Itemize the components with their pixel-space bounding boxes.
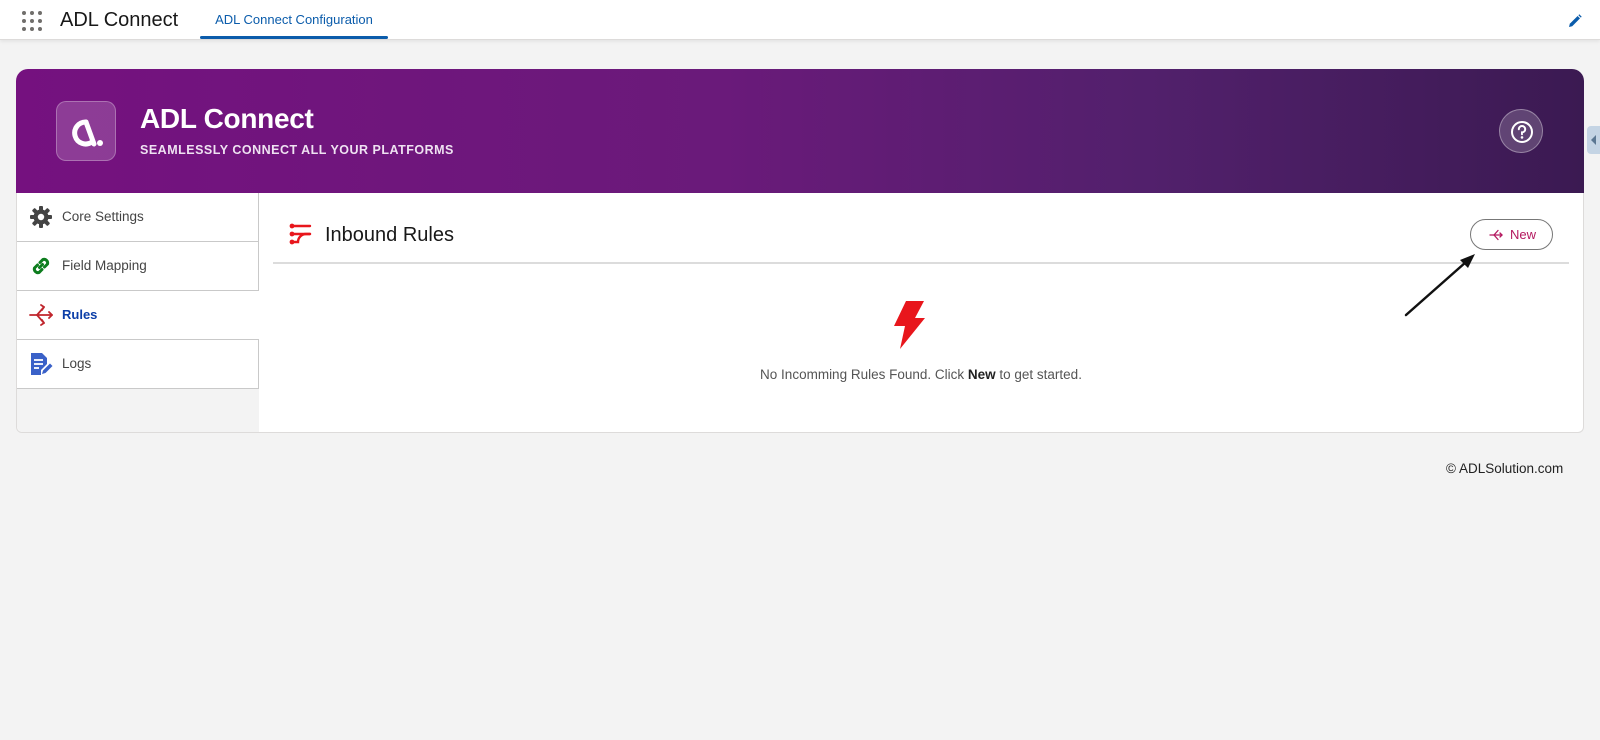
- lightning-bolt-icon: [894, 301, 925, 349]
- inbound-rules-section: Inbound Rules New No Incomming Rules Fou…: [259, 193, 1583, 432]
- question-circle-icon: [1511, 121, 1533, 143]
- top-nav-bar: ADL Connect ADL Connect Configuration: [0, 0, 1600, 40]
- gear-icon: [30, 206, 52, 228]
- app-name: ADL Connect: [60, 9, 179, 31]
- app-header-banner: ADL Connect SEAMLESSLY CONNECT ALL YOUR …: [16, 69, 1584, 193]
- sidebar-item-rules[interactable]: Rules: [17, 291, 259, 340]
- section-title: Inbound Rules: [325, 224, 454, 246]
- sidebar-item-label: Field Mapping: [62, 258, 147, 273]
- new-button-label: New: [1510, 227, 1537, 242]
- sidebar-item-logs[interactable]: Logs: [17, 340, 259, 389]
- adl-logo: [56, 101, 116, 161]
- link-icon: [32, 257, 50, 275]
- sidebar-item-label: Core Settings: [62, 209, 144, 224]
- sidebar-item-field-mapping[interactable]: Field Mapping: [17, 242, 259, 291]
- pencil-icon[interactable]: [1568, 14, 1582, 28]
- tab-adl-connect-configuration[interactable]: ADL Connect Configuration: [200, 0, 388, 40]
- side-panel-handle[interactable]: [1587, 126, 1600, 154]
- banner-subtitle: SEAMLESSLY CONNECT ALL YOUR PLATFORMS: [140, 143, 454, 157]
- footer-copyright: © ADLSolution.com: [1446, 461, 1564, 476]
- sidebar-item-core-settings[interactable]: Core Settings: [17, 193, 259, 242]
- section-header: Inbound Rules New: [273, 193, 1569, 264]
- rules-icon: [29, 304, 53, 326]
- help-button[interactable]: [1499, 109, 1543, 153]
- new-rule-button[interactable]: New: [1470, 219, 1553, 250]
- empty-state-message: No Incomming Rules Found. Click New to g…: [760, 367, 1082, 382]
- content-panel: Core Settings Field Mapping Rules Logs I…: [16, 193, 1584, 433]
- sidebar-item-label: Rules: [62, 307, 98, 322]
- sidebar-item-label: Logs: [62, 356, 92, 371]
- annotation-arrow: [1404, 254, 1475, 317]
- adl-logo-icon: [72, 119, 103, 147]
- inbound-rules-icon: [289, 223, 312, 245]
- document-edit-icon: [31, 353, 53, 375]
- rules-icon: [1489, 229, 1503, 241]
- banner-title: ADL Connect: [140, 103, 314, 134]
- app-launcher-icon[interactable]: [22, 11, 42, 31]
- sidebar: Core Settings Field Mapping Rules Logs: [17, 193, 259, 432]
